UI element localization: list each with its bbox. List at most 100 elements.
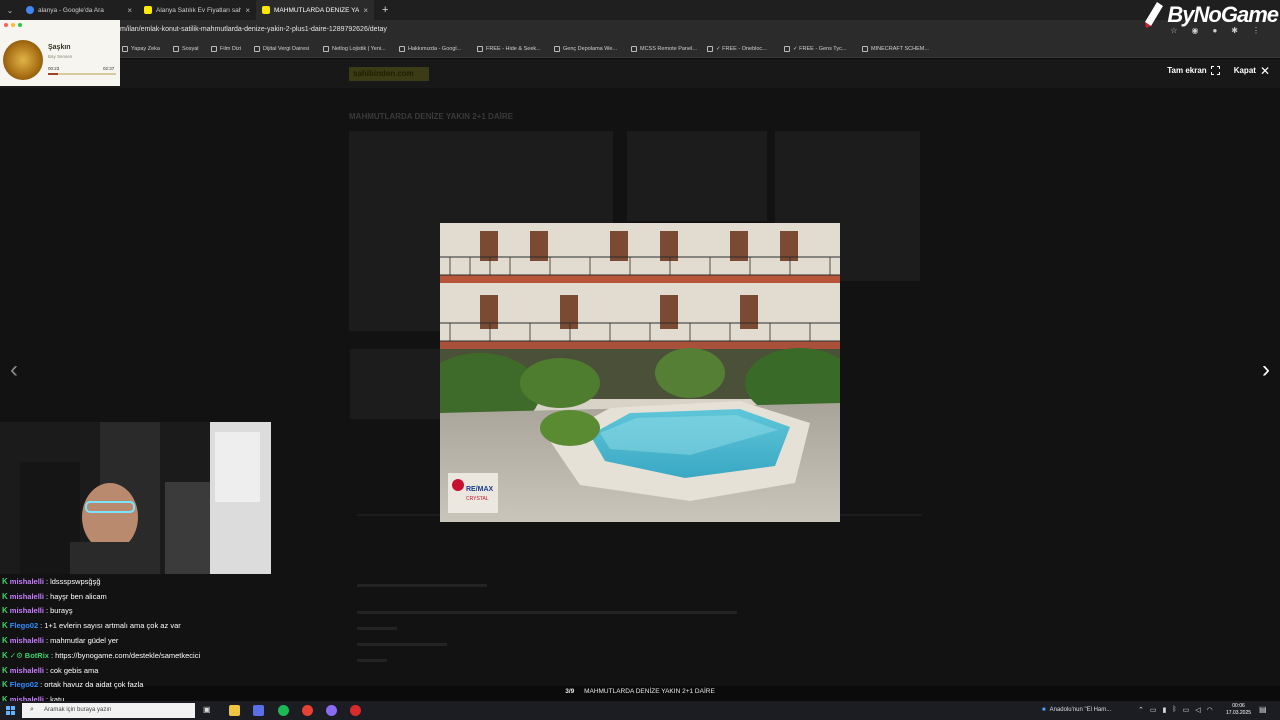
chat-message: Kmishalelli: hayşr ben alicam [2, 589, 302, 604]
taskbar-search-input[interactable]: ⌕ Aramak için buraya yazın [22, 703, 195, 718]
kick-badge-icon: K [2, 576, 8, 586]
elapsed-time: 00:23 [48, 66, 60, 71]
fullscreen-label: Tam ekran [1167, 66, 1207, 75]
search-icon: ⌕ [30, 706, 34, 713]
teams-icon[interactable] [253, 705, 264, 716]
song-progress-bar[interactable] [48, 73, 116, 75]
maximize-dot-icon[interactable] [18, 23, 22, 27]
network-icon[interactable]: ▭ [1150, 706, 1157, 714]
tray-chevron-up-icon[interactable]: ⌃ [1138, 706, 1144, 714]
bookmark-label: MINECRAFT SCHEM... [871, 46, 929, 52]
chat-separator: : [45, 576, 49, 586]
app-icon[interactable] [326, 705, 337, 716]
webcam-image [0, 422, 271, 574]
taskbar-clock[interactable]: 00:06 17.03.2025 [1226, 703, 1251, 717]
tab-close-icon[interactable]: × [127, 6, 132, 15]
gallery-main-photo[interactable]: RE/MAX CRYSTAL [440, 223, 840, 522]
chat-separator: : [40, 621, 43, 631]
gallery-controls: Tam ekran Kapat ✕ [1167, 65, 1270, 77]
sahibinden-favicon-icon [262, 6, 270, 14]
windows-start-icon[interactable] [6, 706, 15, 715]
site-icon [554, 46, 560, 52]
kick-badge-icon: K [2, 650, 8, 660]
chat-username[interactable]: mishalelli [10, 592, 44, 601]
bookmark-item[interactable]: MINECRAFT SCHEM... [862, 46, 929, 52]
fullscreen-button[interactable]: Tam ekran [1167, 66, 1220, 75]
info-panel-dimmed [627, 131, 767, 221]
minimize-dot-icon[interactable] [11, 23, 15, 27]
chat-message: K Flego02:1+1 evlerin sayısı artmalı ama … [2, 618, 302, 633]
close-gallery-button[interactable]: Kapat ✕ [1234, 65, 1270, 77]
microphone-icon[interactable]: ▮ [1163, 706, 1167, 714]
wifi-icon[interactable]: ◠ [1207, 706, 1213, 714]
watermark-line1: RE/MAX [466, 486, 494, 493]
song-title: Şaşkın [48, 44, 71, 51]
bookmark-item[interactable]: Sosyal [173, 46, 199, 52]
previous-image-chevron-left-icon[interactable]: ‹ [10, 356, 18, 384]
bookmark-item[interactable]: ✓ FREE - Onebloc... [707, 46, 767, 52]
obs-icon[interactable] [350, 705, 361, 716]
chat-separator: : [45, 665, 49, 675]
chat-username[interactable]: Flego02 [10, 621, 38, 630]
chat-username[interactable]: BotRix [25, 651, 49, 660]
spotify-icon[interactable] [278, 705, 289, 716]
bookmark-label: MCSS Remote Panel... [640, 46, 697, 52]
image-counter: 3/9 [565, 688, 575, 695]
bookmark-item[interactable]: Netlog Lojistik | Yeni... [323, 46, 386, 52]
bookmark-label: Yapay Zeka [131, 46, 160, 52]
chat-username[interactable]: mishalelli [10, 577, 44, 586]
volume-icon[interactable]: ◁ [1195, 706, 1200, 714]
tab-search-icon[interactable]: ⌄ [0, 6, 20, 15]
chat-username[interactable]: Flego02 [10, 680, 38, 689]
folder-icon [122, 46, 128, 52]
bookmark-item[interactable]: Genç Depolama We... [554, 46, 617, 52]
site-header [0, 59, 1280, 88]
courtyard-pool-photo: RE/MAX CRYSTAL [440, 223, 840, 522]
browser-tab-listing-detail[interactable]: MAHMUTLARDA DENİZE YAKIN... × [256, 0, 374, 20]
bookmark-item[interactable]: Dijital Vergi Dairesi [254, 46, 309, 52]
tab-close-icon[interactable]: × [245, 6, 250, 15]
bookmark-item[interactable]: FREE - Hide & Seek... [477, 46, 541, 52]
close-dot-icon[interactable] [4, 23, 8, 27]
chrome-icon[interactable] [302, 705, 313, 716]
bookmark-item[interactable]: Yapay Zeka [122, 46, 160, 52]
text-line-dimmed [357, 659, 387, 662]
new-tab-button[interactable]: + [382, 4, 388, 16]
file-explorer-icon[interactable] [229, 705, 240, 716]
chat-message-text: burayş [50, 606, 73, 616]
chat-message: Kmishalelli: mahmutlar güdel yer [2, 633, 302, 648]
sahibinden-favicon-icon [144, 6, 152, 14]
bookmark-item[interactable]: Film Dizi [211, 46, 241, 52]
text-line-dimmed [357, 584, 487, 587]
total-time: 02:37 [103, 66, 115, 71]
tab-close-icon[interactable]: × [363, 6, 368, 15]
bookmarks-bar: Yapay Zeka Sosyal Film Dizi Dijital Verg… [0, 42, 1280, 58]
bot-badge-icon: ✓⚙ [9, 650, 23, 660]
browser-tab-listings[interactable]: Alanya Satılık Ev Fiyatları sahibi... × [138, 0, 256, 20]
image-caption: MAHMUTLARDA DENİZE YAKIN 2+1 DAİRE [584, 688, 715, 695]
site-logo[interactable]: sahibinden.com [349, 67, 429, 81]
browser-tab-bar: ⌄ alanya - Google'da Ara × Alanya Satılı… [0, 0, 1280, 20]
site-icon [631, 46, 637, 52]
task-view-icon[interactable]: ▣ [203, 705, 214, 716]
bookmark-item[interactable]: MCSS Remote Panel... [631, 46, 697, 52]
news-widget[interactable]: ■ Anadolu'nun "El Ham... [1042, 707, 1111, 713]
next-image-chevron-right-icon[interactable]: › [1262, 356, 1270, 384]
browser-tab-google[interactable]: alanya - Google'da Ara × [20, 0, 138, 20]
notifications-icon[interactable]: ▤ [1259, 705, 1270, 716]
google-favicon-icon [26, 6, 34, 14]
chat-message: K Flego02: ortak havuz da aidat çok fazla [2, 678, 302, 693]
url-field[interactable]: m/ilan/emlak-konut-satilik-mahmutlarda-d… [120, 26, 387, 33]
chat-username[interactable]: mishalelli [10, 606, 44, 615]
chat-username[interactable]: mishalelli [10, 636, 44, 645]
chat-username[interactable]: mishalelli [10, 666, 44, 675]
bookmark-item[interactable]: ✓ FREE - Gens Tyc... [784, 46, 846, 52]
chat-separator: : [45, 591, 49, 601]
window-controls [4, 23, 22, 27]
battery-icon[interactable]: ▭ [1183, 706, 1190, 714]
bynogame-mark-icon [1145, 2, 1164, 28]
windows-taskbar: ⌕ Aramak için buraya yazın ▣ ■ Anadolu'n… [0, 701, 1280, 720]
bluetooth-icon[interactable]: ᛒ [1172, 706, 1176, 714]
album-cover [3, 40, 43, 80]
bookmark-item[interactable]: Hakkımızda - Googl... [399, 46, 461, 52]
